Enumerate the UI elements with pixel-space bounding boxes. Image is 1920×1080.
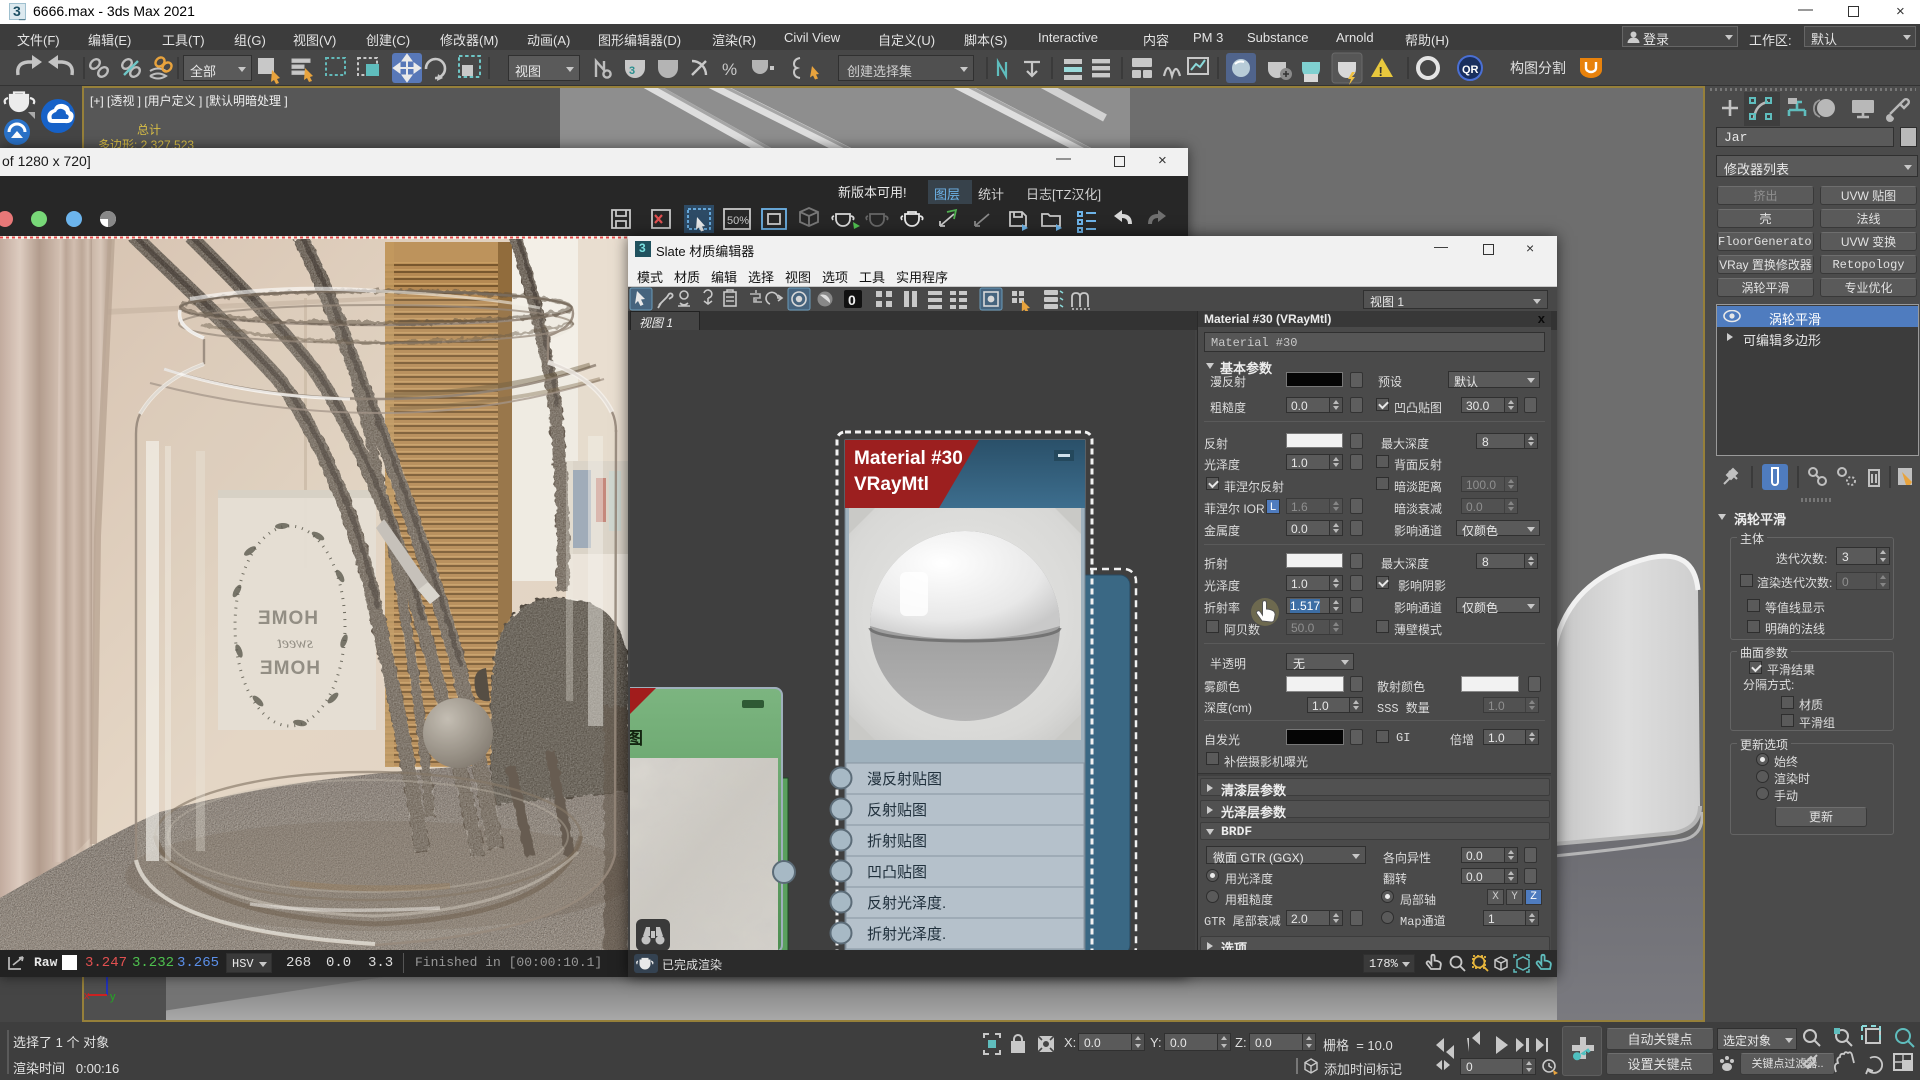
svg-text:漫反射贴图: 漫反射贴图 [867,771,942,788]
svg-text:QR: QR [1462,64,1479,76]
svg-text:反射光泽度.: 反射光泽度. [867,895,946,912]
svg-text:VRayMtl: VRayMtl [854,474,929,495]
svg-text:%: % [722,60,737,79]
svg-text:凹凸贴图: 凹凸贴图 [867,864,927,881]
svg-text:x: x [84,990,90,1002]
svg-text:折射贴图: 折射贴图 [867,833,927,850]
svg-text:3: 3 [629,65,635,77]
svg-text:0: 0 [848,292,856,308]
svg-text:50%: 50% [727,215,749,227]
svg-text:图: 图 [630,729,643,748]
svg-text:构图分割: 构图分割 [1510,60,1566,76]
svg-text:!: ! [1379,64,1383,79]
svg-text:y: y [110,991,116,1003]
svg-text:折射光泽度.: 折射光泽度. [867,926,946,943]
svg-text:Material #30: Material #30 [854,448,963,469]
svg-text:反射贴图: 反射贴图 [867,802,927,819]
